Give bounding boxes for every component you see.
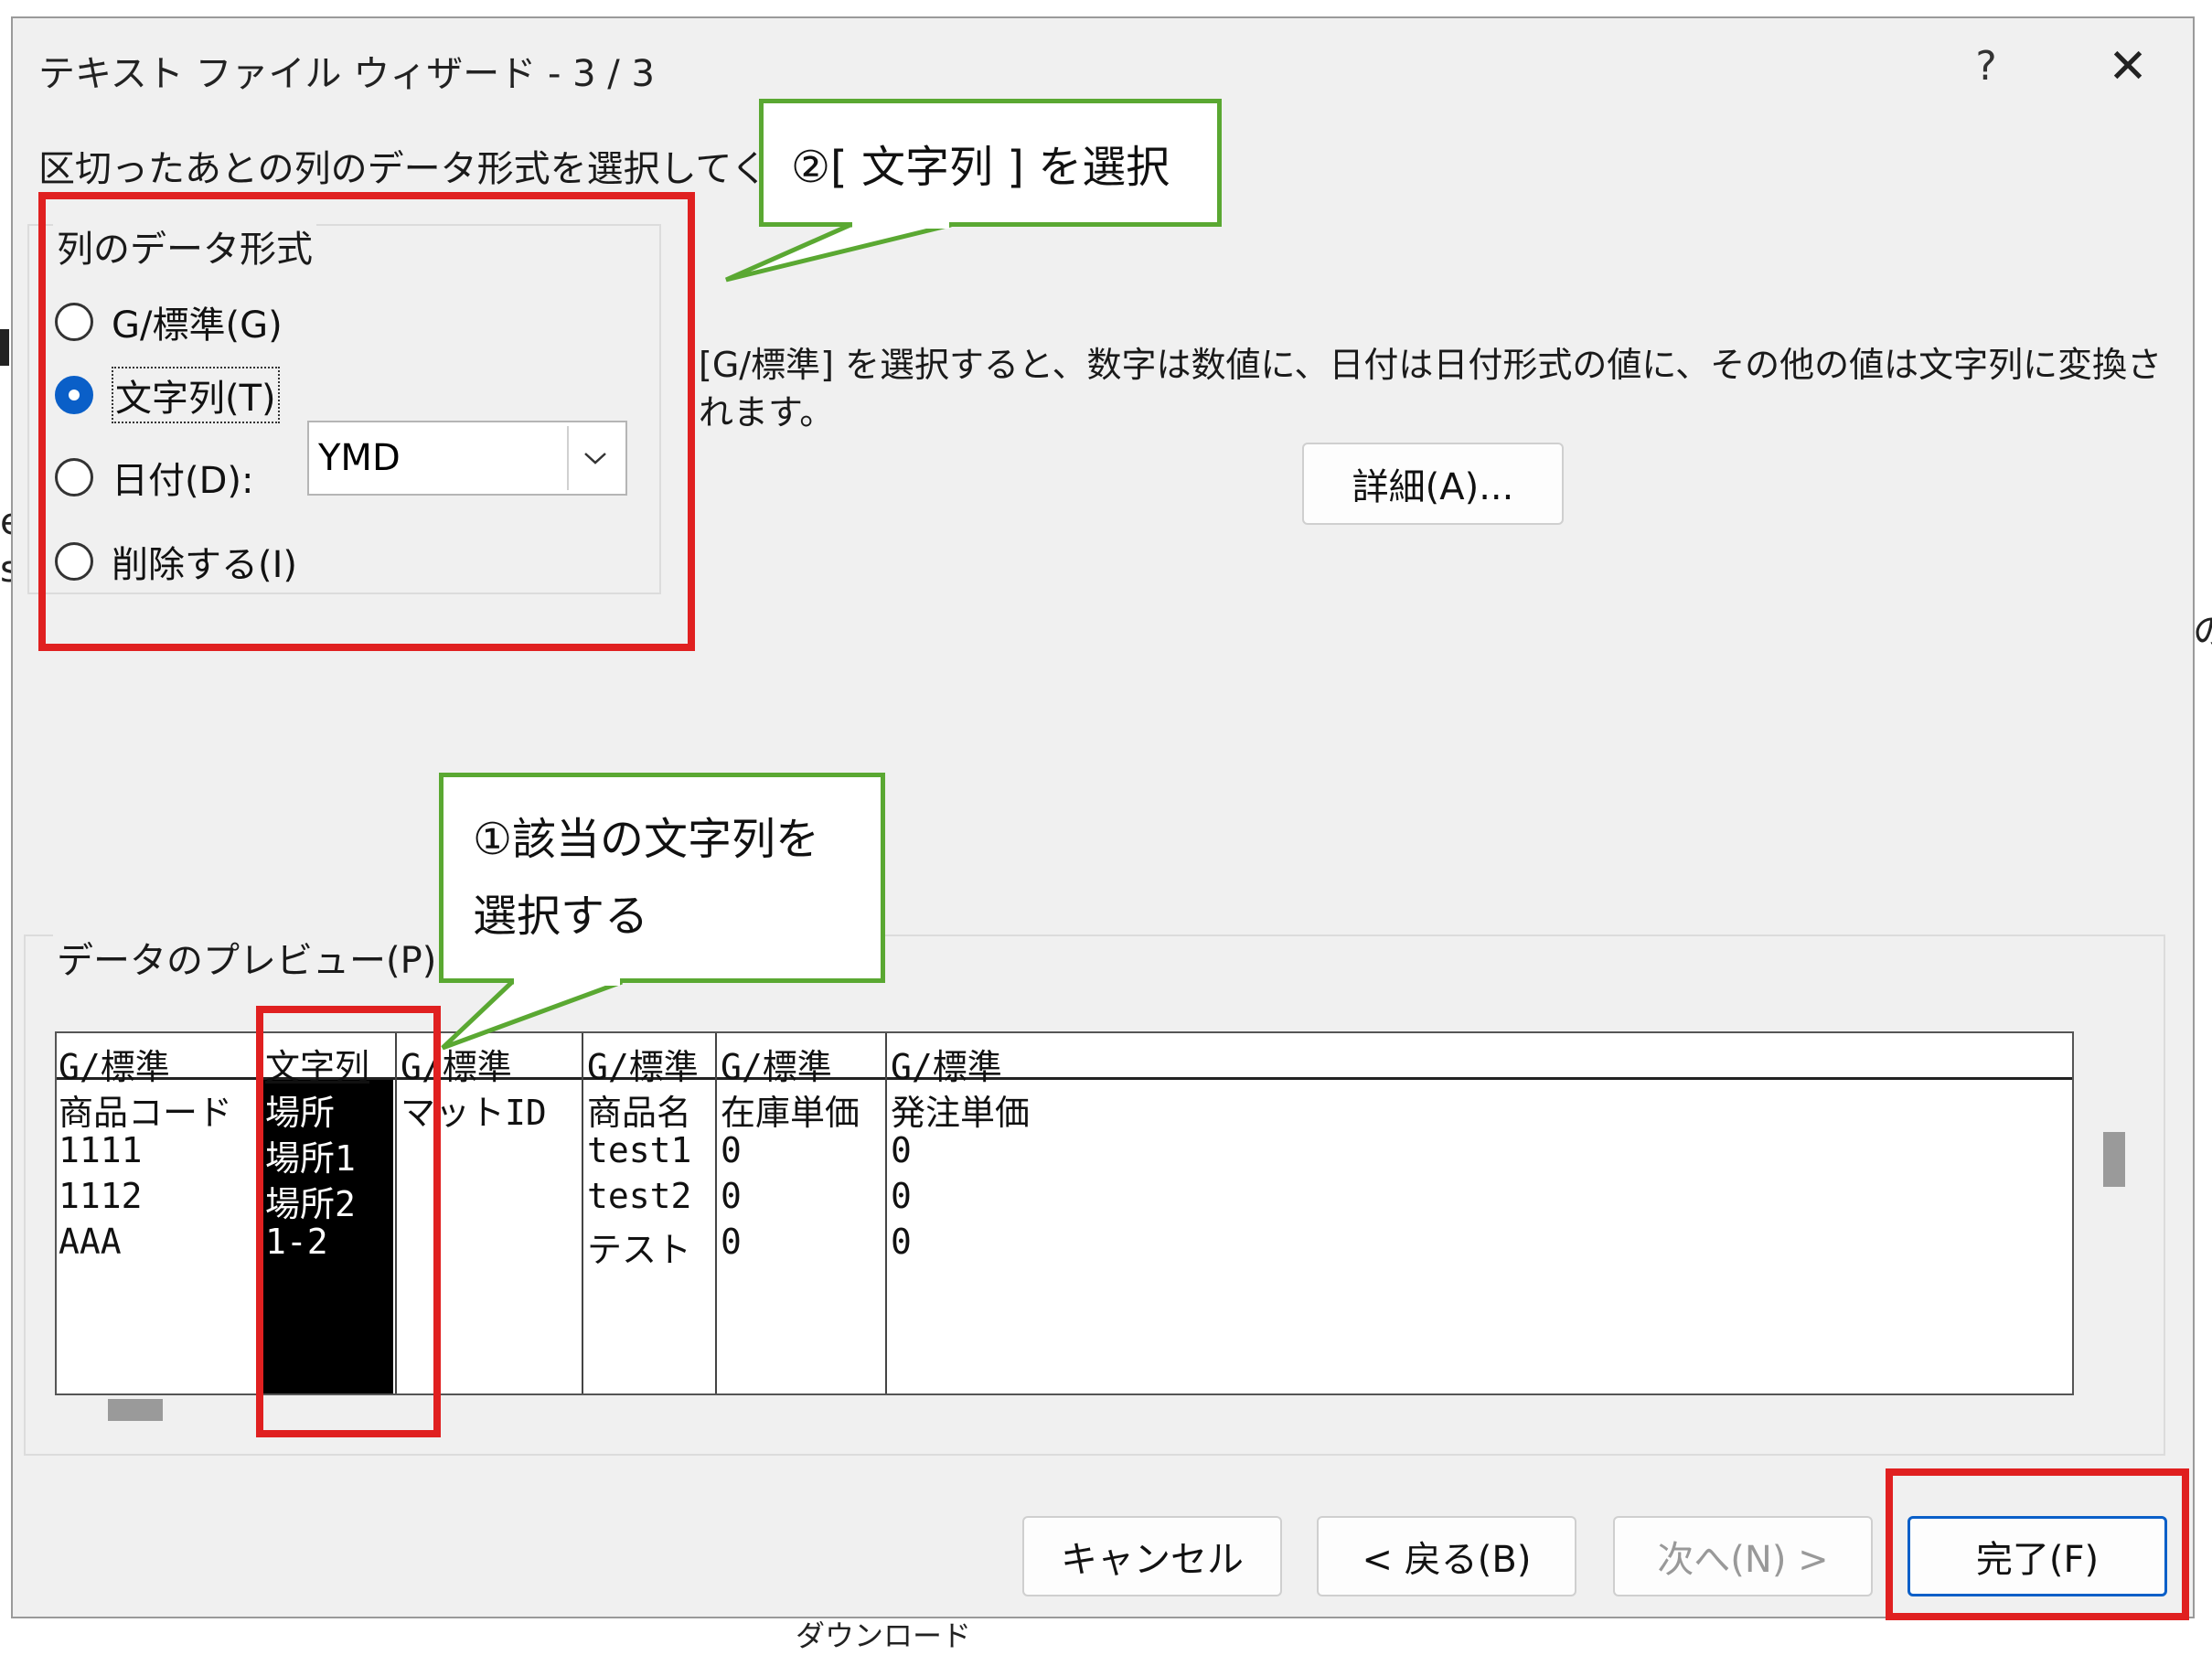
preview-column-header[interactable]: G/標準	[59, 1039, 170, 1089]
callout-select-text: ②[ 文字列 ] を選択	[759, 99, 1222, 227]
callout-select-text-label: ②[ 文字列 ] を選択	[791, 142, 1170, 193]
callout-select-column: ①該当の文字列を 選択する	[439, 773, 885, 983]
description-line-1: [G/標準] を選択すると、数字は数値に、日付は日付形式の値に、その他の値は文字…	[699, 345, 2163, 385]
preview-cell: 商品名	[587, 1093, 692, 1133]
column-separator[interactable]	[582, 1033, 583, 1393]
preview-cell: test1	[587, 1130, 692, 1170]
highlight-format-group	[38, 192, 695, 651]
preview-cell: AAA	[59, 1222, 122, 1262]
preview-cell: 在庫単価	[721, 1093, 860, 1133]
callout-select-column-line-1: ①該当の文字列を	[473, 814, 820, 865]
preview-horizontal-scrollbar[interactable]	[108, 1399, 163, 1421]
background-fragment-no: の	[2193, 611, 2212, 653]
preview-cell: 0	[891, 1222, 912, 1262]
preview-cell: test2	[587, 1176, 692, 1216]
preview-cell: 0	[721, 1130, 742, 1170]
background-download-text: ダウンロード	[796, 1618, 972, 1653]
highlight-selected-column	[256, 1006, 441, 1437]
preview-cell: テスト	[587, 1230, 692, 1270]
description-line-2: れます。	[699, 392, 835, 432]
help-button[interactable]: ?	[1950, 35, 2023, 99]
preview-cell: 1111	[59, 1130, 143, 1170]
preview-cell: 商品コード	[59, 1093, 233, 1133]
advanced-button[interactable]: 詳細(A)...	[1302, 443, 1564, 525]
callout-1-tail	[441, 978, 623, 1051]
highlight-finish-button	[1886, 1468, 2189, 1620]
cancel-button[interactable]: キャンセル	[1022, 1516, 1282, 1596]
callout-select-column-line-2: 選択する	[473, 891, 649, 942]
title-bar: テキスト ファイル ウィザード - 3 / 3 ? ✕	[13, 18, 2193, 110]
preview-column-header[interactable]: G/標準	[721, 1039, 832, 1089]
column-separator[interactable]	[885, 1033, 887, 1393]
data-preview-title: データのプレビュー(P)	[53, 931, 441, 984]
preview-cell: 発注単価	[891, 1093, 1031, 1133]
close-button[interactable]: ✕	[2087, 35, 2169, 99]
background-fragment	[0, 329, 9, 366]
column-separator[interactable]	[715, 1033, 717, 1393]
dialog-title: テキスト ファイル ウィザード - 3 / 3	[38, 53, 655, 95]
preview-cell: 0	[891, 1176, 912, 1216]
preview-cell: 0	[721, 1222, 742, 1262]
preview-column-header[interactable]: G/標準	[891, 1039, 1002, 1089]
next-button[interactable]: 次へ(N) >	[1613, 1516, 1873, 1596]
preview-cell: 1112	[59, 1176, 143, 1216]
preview-cell: 0	[891, 1130, 912, 1170]
back-button[interactable]: < 戻る(B)	[1317, 1516, 1576, 1596]
callout-2-tail	[724, 221, 952, 283]
preview-vertical-scrollbar[interactable]	[2103, 1132, 2125, 1187]
preview-cell: 0	[721, 1176, 742, 1216]
